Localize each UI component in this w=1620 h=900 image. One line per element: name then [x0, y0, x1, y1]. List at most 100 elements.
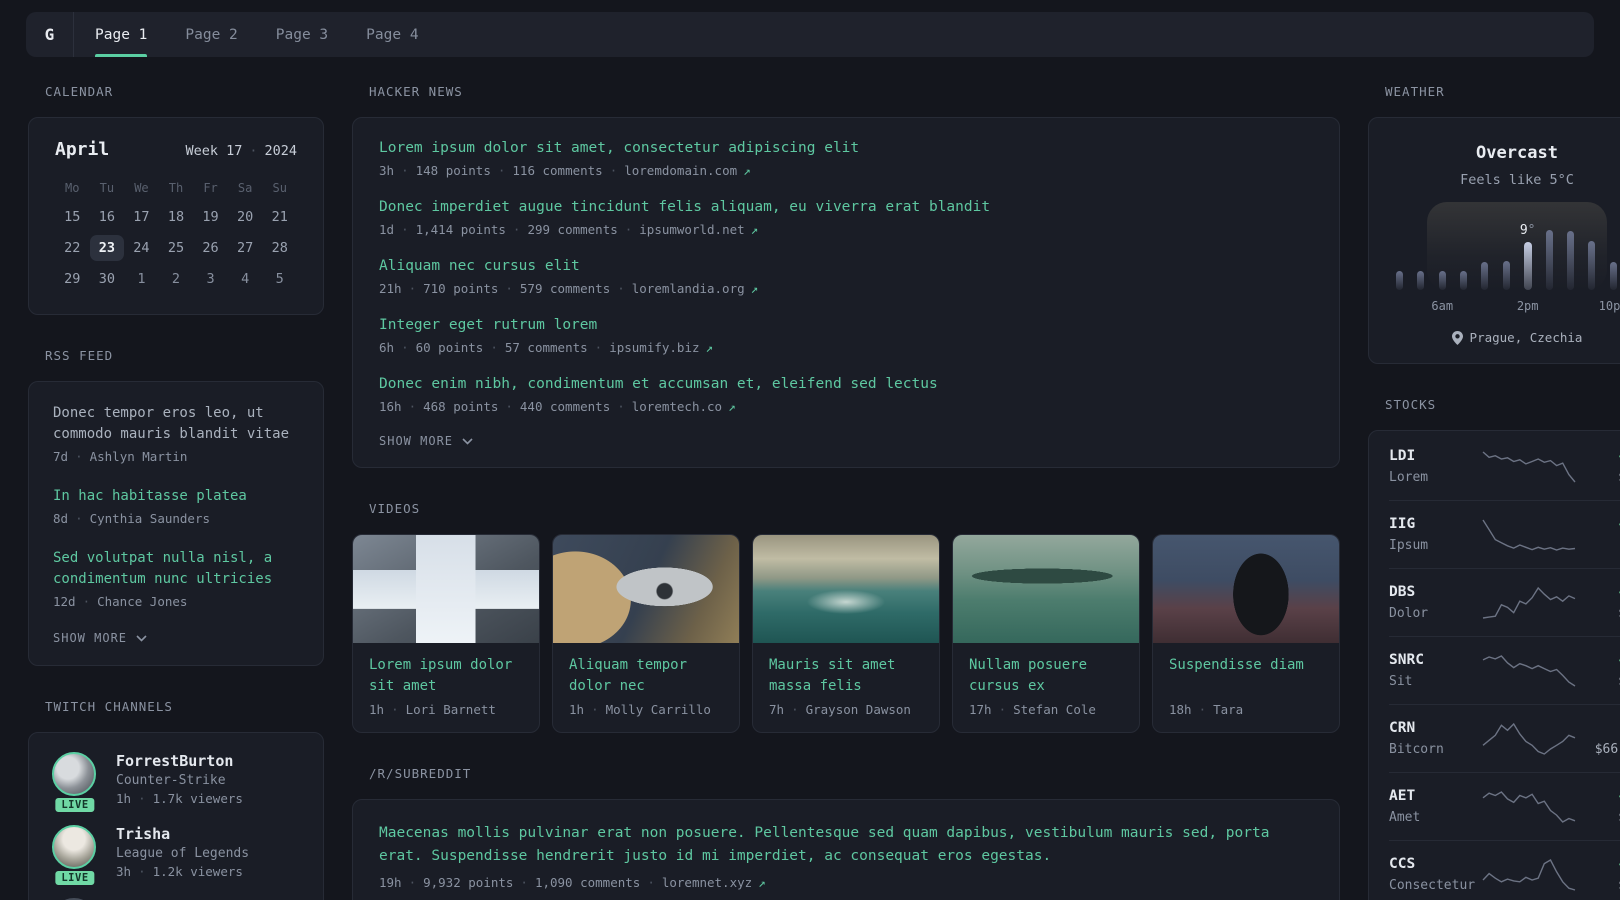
calendar-day: 18: [167, 209, 185, 225]
hackernews-item-title[interactable]: Donec imperdiet augue tincidunt felis al…: [379, 198, 1313, 217]
video-card[interactable]: Lorem ipsum dolor sit amet consectetu… 1h…: [352, 534, 540, 733]
twitch-channel-name[interactable]: ForrestBurton: [116, 751, 243, 771]
meta-text: 19h: [379, 875, 402, 890]
video-title[interactable]: Lorem ipsum dolor sit amet consectetu…: [369, 655, 523, 697]
video-title[interactable]: Mauris sit amet massa felis: [769, 655, 923, 697]
sparkline-svg: [1482, 450, 1576, 482]
stocks-section: STOCKS LDI Lorem +4.35% $795.18 IIG Ipsum +2.8…: [1368, 397, 1620, 900]
separator-dot: ·: [998, 702, 1007, 717]
separator-dot: ·: [408, 281, 417, 296]
video-card[interactable]: Nullam posuere cursus ex 17h · Stefan Cole: [952, 534, 1140, 733]
meta-text: 1h: [569, 702, 585, 717]
weather-chart: 9° 6am 2pm 10pm: [1389, 202, 1620, 313]
video-card[interactable]: Aliquam tempor dolor nec pharetra… 1h · Mol…: [552, 534, 740, 733]
stock-values: +1.36% $148.64: [1577, 651, 1620, 690]
video-card[interactable]: Mauris sit amet massa felis 7h · Grayson Da…: [752, 534, 940, 733]
weather-bar-slot: [1474, 210, 1495, 290]
weather-hour-bar: [1396, 271, 1403, 290]
stock-info: SNRC Sit: [1389, 651, 1481, 690]
domain-link[interactable]: loremtech.co: [632, 399, 722, 414]
external-link-icon: ↗: [758, 875, 766, 890]
calendar-section: CALENDAR April Week 17 · 2024 Mo Tu We Th Fr Sa…: [28, 84, 324, 315]
rss-item-title[interactable]: Sed volutpat nulla nisl, a condimentum n…: [53, 548, 299, 590]
video-card-body: Lorem ipsum dolor sit amet consectetu… 1h…: [353, 643, 539, 732]
meta-text: 21h: [379, 281, 402, 296]
stock-price: $156.28: [1577, 606, 1620, 622]
domain-link[interactable]: loremdomain.com: [624, 163, 737, 178]
tab-page-3[interactable]: Page 3: [257, 12, 347, 57]
weather-time-label: [1453, 299, 1474, 313]
meta-text: 1.7k viewers: [152, 791, 243, 806]
calendar-day-header: Tu: [99, 181, 115, 195]
hackernews-item-title[interactable]: Lorem ipsum dolor sit amet, consectetur …: [379, 139, 1313, 158]
separator-dot: ·: [401, 222, 409, 237]
subreddit-card: Maecenas mollis pulvinar erat non posuer…: [352, 799, 1340, 900]
weather-time-label: [1410, 299, 1431, 313]
stock-ticker: LDI: [1389, 448, 1416, 464]
video-card[interactable]: Suspendisse diam 18h · Tara: [1152, 534, 1340, 733]
stock-ticker: CRN: [1389, 720, 1416, 736]
hackernews-show-more-button[interactable]: SHOW MORE: [379, 434, 473, 448]
video-title[interactable]: Aliquam tempor dolor nec pharetra…: [569, 655, 723, 697]
twitch-channel-name[interactable]: Trisha: [116, 824, 249, 844]
calendar-day: 29: [64, 271, 81, 287]
stock-info: LDI Lorem: [1389, 447, 1481, 486]
meta-text: Chance Jones: [97, 594, 188, 609]
tab-page-4[interactable]: Page 4: [347, 12, 437, 57]
calendar-day: 22: [64, 240, 81, 256]
video-title[interactable]: Suspendisse diam: [1169, 655, 1323, 697]
hackernews-item-title[interactable]: Donec enim nibh, condimentum et accumsan…: [379, 375, 1313, 394]
video-thumbnail: [753, 535, 939, 643]
hackernews-section-title: HACKER NEWS: [369, 84, 463, 99]
calendar-day: 1: [137, 271, 146, 287]
separator-dot: ·: [408, 399, 417, 414]
hackernews-item: Integer eget rutrum lorem 6h · 60 points · 57…: [379, 316, 1313, 356]
calendar-day: 3: [206, 271, 215, 287]
rss-item-title[interactable]: In hac habitasse platea: [53, 486, 299, 507]
meta-text: Ashlyn Martin: [89, 449, 188, 464]
domain-link[interactable]: loremlandia.org: [632, 281, 745, 296]
video-card-body: Mauris sit amet massa felis 7h · Grayson Da…: [753, 643, 939, 732]
hackernews-item-meta: 16h · 468 points · 440 comments · loremtech.co…: [379, 399, 1313, 415]
domain-link[interactable]: loremnet.xyz: [662, 875, 752, 890]
calendar-day-header: Th: [168, 181, 184, 195]
meta-text: 3h: [379, 163, 395, 178]
domain-link[interactable]: ipsumworld.net: [639, 222, 744, 237]
twitch-section-title: TWITCH CHANNELS: [45, 699, 173, 714]
stock-values: -1.00% $66,171.48: [1577, 719, 1620, 758]
weather-hour-bar: [1566, 231, 1574, 290]
twitch-channel-meta: 1h · 1.7k viewers: [116, 791, 243, 807]
weather-time-label: [1474, 299, 1495, 313]
meta-text: 17h: [969, 702, 992, 717]
twitch-avatar-wrap: LIVE: [51, 751, 99, 814]
subreddit-post-title[interactable]: Maecenas mollis pulvinar erat non posuer…: [379, 822, 1313, 868]
separator-dot: ·: [617, 281, 625, 296]
meta-text: 60 points: [415, 340, 484, 355]
weather-hour-bar: [1502, 261, 1510, 290]
meta-text: 3h: [116, 864, 132, 879]
hackernews-item: Aliquam nec cursus elit 21h · 710 points · 57…: [379, 257, 1313, 297]
tab-page-2[interactable]: Page 2: [166, 12, 256, 57]
hackernews-item: Donec enim nibh, condimentum et accumsan…: [379, 375, 1313, 415]
weather-location-row: Prague, Czechia: [1389, 330, 1620, 345]
subreddit-post-meta: 19h · 9,932 points · 1,090 comments · loremnet…: [379, 875, 1313, 891]
stock-change: +2.84%: [1577, 515, 1620, 533]
calendar-day-selected: 23: [89, 235, 125, 261]
domain-link[interactable]: ipsumify.biz: [609, 340, 699, 355]
rss-show-more-button[interactable]: SHOW MORE: [53, 631, 147, 645]
meta-text: Molly Carrillo: [605, 702, 711, 717]
tab-page-1[interactable]: Page 1: [76, 12, 166, 57]
stock-sparkline: [1481, 585, 1577, 621]
external-link-icon: ↗: [705, 340, 714, 355]
rss-item-title[interactable]: Donec tempor eros leo, ut commodo mauris…: [53, 403, 299, 445]
meta-text: Cynthia Saunders: [89, 511, 211, 526]
separator-dot: ·: [609, 163, 618, 178]
twitch-channel-row[interactable]: LIVE Trisha League of Legends 3h · 1.2k viewe…: [51, 824, 301, 887]
twitch-channel-row[interactable]: LIVE ForrestBurton Counter-Strike 1h · 1.7k v…: [51, 751, 301, 814]
weather-bar-slot: [1410, 210, 1431, 290]
hackernews-item-meta: 3h · 148 points · 116 comments · loremdomain.c…: [379, 163, 1313, 179]
stock-row: CCS Consectetur +0.51% $165.84: [1389, 841, 1620, 900]
hackernews-item-title[interactable]: Aliquam nec cursus elit: [379, 257, 1313, 276]
hackernews-item-title[interactable]: Integer eget rutrum lorem: [379, 316, 1313, 335]
video-title[interactable]: Nullam posuere cursus ex: [969, 655, 1123, 697]
